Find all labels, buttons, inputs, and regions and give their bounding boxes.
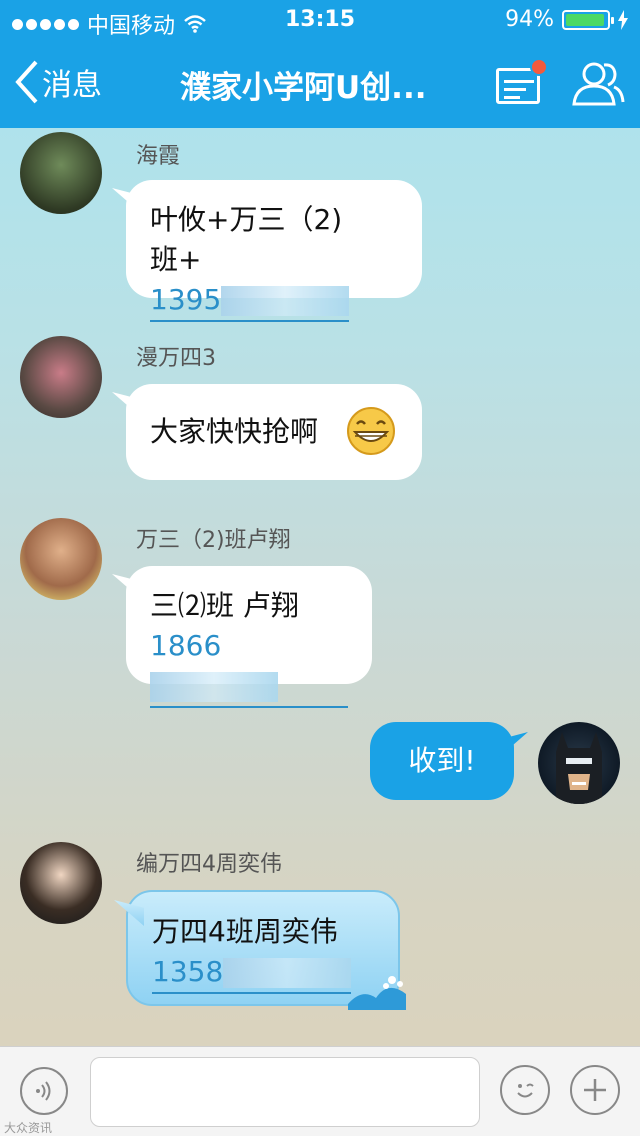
nav-bar: 消息 濮家小学阿U创... [0, 40, 640, 128]
chevron-left-icon [15, 60, 38, 104]
message-text: 大家快快抢啊 [150, 415, 319, 448]
smiley-icon [517, 1083, 534, 1098]
message-text: 三⑵班 卢翔 [150, 589, 299, 622]
voice-button[interactable] [20, 1067, 68, 1115]
my-avatar[interactable] [538, 722, 620, 804]
redacted-blur [223, 958, 352, 988]
phone-link[interactable]: 1358 [152, 952, 352, 994]
message-input[interactable] [90, 1057, 480, 1127]
wave-bubble-icon [348, 976, 406, 1010]
status-bar: 中国移动 13:15 94% [0, 0, 640, 40]
message-bubble[interactable]: 叶攸+万三（2) 班+ 1395 [126, 180, 422, 322]
message-text: 班+ [150, 243, 202, 276]
watermark: 大众资讯 [4, 1121, 53, 1135]
chat-title: 濮家小学阿U创... [180, 70, 427, 106]
batman-avatar-icon [556, 732, 602, 804]
message-text: 收到! [408, 744, 476, 777]
message-bubble[interactable]: 三⑵班 卢翔 1866 [126, 566, 372, 708]
grin-emoji-icon [347, 407, 395, 455]
avatar[interactable] [20, 132, 102, 214]
emoji-button[interactable] [500, 1065, 550, 1115]
my-message-bubble[interactable]: 收到! [370, 722, 514, 800]
group-notice-button[interactable] [494, 58, 548, 106]
sender-name: 编万四4周奕伟 [136, 852, 282, 877]
notification-dot [530, 58, 548, 76]
back-label: 消息 [42, 68, 102, 103]
redacted-blur [221, 286, 350, 316]
charging-icon [618, 9, 628, 30]
battery-icon [562, 9, 614, 30]
back-button[interactable]: 消息 [14, 60, 102, 104]
message-bubble[interactable]: 大家快快抢啊 [126, 384, 422, 480]
battery-percent: 94% [505, 7, 554, 32]
message-bubble[interactable]: 万四4班周奕伟 1358 [126, 890, 406, 1010]
sender-name: 万三（2)班卢翔 [136, 528, 291, 553]
avatar[interactable] [20, 336, 102, 418]
plus-button[interactable] [570, 1065, 620, 1115]
avatar[interactable] [20, 842, 102, 924]
message-text: 叶攸+万三（2) [150, 203, 343, 236]
avatar[interactable] [20, 518, 102, 600]
redacted-blur [150, 672, 278, 702]
sender-name: 海霞 [136, 144, 181, 169]
phone-link[interactable]: 1395 [150, 280, 350, 322]
plus-icon [584, 1079, 606, 1101]
top-bar: 中国移动 13:15 94% 消息 濮家小学阿U创... [0, 0, 640, 128]
sender-name: 漫万四3 [136, 346, 216, 371]
voice-icon [36, 1081, 51, 1101]
group-members-icon[interactable] [570, 60, 626, 108]
phone-link[interactable]: 1866 [150, 626, 348, 708]
message-text: 万四4班周奕伟 [152, 915, 338, 948]
input-bar: 大众资讯 [0, 1046, 640, 1136]
